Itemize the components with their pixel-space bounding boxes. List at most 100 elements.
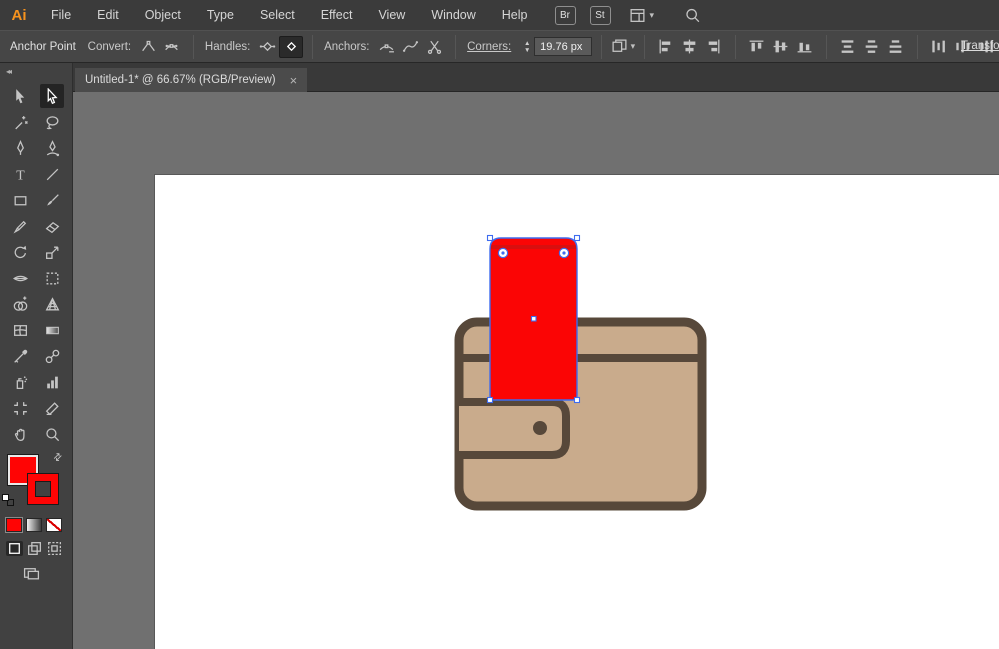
document-tab[interactable]: Untitled-1* @ 66.67% (RGB/Preview) × <box>75 68 307 92</box>
transform-panel-link[interactable]: Transform <box>961 40 999 52</box>
align-button-group <box>654 35 999 59</box>
draw-inside-button[interactable] <box>46 541 63 556</box>
tool-grid: T <box>0 84 72 446</box>
bridge-button[interactable]: Br <box>555 6 576 25</box>
divider <box>455 35 456 59</box>
menu-item-edit[interactable]: Edit <box>84 0 132 30</box>
draw-normal-button[interactable] <box>6 541 23 556</box>
menu-item-type[interactable]: Type <box>194 0 247 30</box>
symbol-sprayer-tool[interactable] <box>8 370 32 394</box>
pen-tool[interactable] <box>8 136 32 160</box>
eraser-tool[interactable] <box>40 214 64 238</box>
paintbrush-tool[interactable] <box>40 188 64 212</box>
chevron-down-icon: ▾ <box>631 41 636 52</box>
screen-mode-button[interactable] <box>16 564 46 582</box>
panel-title: Anchor Point <box>0 41 86 53</box>
menu-item-view[interactable]: View <box>365 0 418 30</box>
distribute-top-button[interactable] <box>836 36 860 58</box>
divider <box>193 35 194 59</box>
menu-item-effect[interactable]: Effect <box>308 0 366 30</box>
zoom-tool[interactable] <box>40 422 64 446</box>
workspace-switcher[interactable]: ▾ <box>629 7 655 24</box>
rectangle-tool[interactable] <box>8 188 32 212</box>
line-segment-tool[interactable] <box>40 162 64 186</box>
divider <box>312 35 313 59</box>
show-handles-button[interactable] <box>255 36 279 58</box>
menu-item-select[interactable]: Select <box>247 0 308 30</box>
isolate-icon <box>611 38 628 55</box>
divider <box>826 35 827 59</box>
distribute-bottom-button[interactable] <box>884 36 908 58</box>
eyedropper-tool[interactable] <box>8 344 32 368</box>
curvature-tool[interactable] <box>40 136 64 160</box>
search-icon[interactable] <box>684 7 701 24</box>
anchors-label: Anchors: <box>324 41 369 53</box>
svg-text:T: T <box>16 167 25 182</box>
align-top-button[interactable] <box>745 36 769 58</box>
corners-stepper[interactable]: ▲▼ <box>521 37 533 56</box>
control-bar: Anchor Point Convert: Handles: Anchors: … <box>0 30 999 63</box>
menu-item-help[interactable]: Help <box>489 0 541 30</box>
divider <box>644 35 645 59</box>
connect-anchors-button[interactable] <box>398 36 422 58</box>
menu-item-window[interactable]: Window <box>418 0 488 30</box>
chevron-down-icon: ▾ <box>650 10 655 21</box>
slice-tool[interactable] <box>40 396 64 420</box>
lasso-tool[interactable] <box>40 110 64 134</box>
corners-input[interactable]: 19.76 px <box>534 37 592 56</box>
convert-to-smooth-button[interactable] <box>160 36 184 58</box>
align-right-button[interactable] <box>702 36 726 58</box>
close-icon[interactable]: × <box>290 74 298 87</box>
align-center-button[interactable] <box>678 36 702 58</box>
column-graph-tool[interactable] <box>40 370 64 394</box>
type-tool[interactable]: T <box>8 162 32 186</box>
hand-tool[interactable] <box>8 422 32 446</box>
align-middle-button[interactable] <box>769 36 793 58</box>
distribute-left-button[interactable] <box>927 36 951 58</box>
menu-item-file[interactable]: File <box>38 0 84 30</box>
stroke-color-swatch[interactable] <box>28 474 58 504</box>
rotate-tool[interactable] <box>8 240 32 264</box>
free-transform-tool[interactable] <box>40 266 64 290</box>
perspective-grid-tool[interactable] <box>40 292 64 316</box>
none-button[interactable] <box>46 518 62 532</box>
divider <box>917 35 918 59</box>
artboard[interactable] <box>155 175 999 649</box>
remove-anchors-button[interactable] <box>374 36 398 58</box>
convert-to-corner-button[interactable] <box>136 36 160 58</box>
corners-label[interactable]: Corners: <box>467 41 511 53</box>
artboard-tool[interactable] <box>8 396 32 420</box>
distribute-vcenter-button[interactable] <box>860 36 884 58</box>
gradient-tool[interactable] <box>40 318 64 342</box>
tools-panel: ◂◂ T ⇄ <box>0 63 73 649</box>
menu-item-object[interactable]: Object <box>132 0 194 30</box>
divider <box>601 35 602 59</box>
document-tab-bar: Untitled-1* @ 66.67% (RGB/Preview) × <box>73 63 999 92</box>
stepper-down-icon[interactable]: ▼ <box>521 47 533 54</box>
color-button[interactable] <box>6 518 22 532</box>
selection-tool[interactable] <box>8 84 32 108</box>
default-fill-stroke-icon[interactable] <box>2 494 16 508</box>
canvas-pasteboard[interactable] <box>73 92 999 649</box>
pencil-tool[interactable] <box>8 214 32 238</box>
collapse-panel-icon[interactable]: ◂◂ <box>0 63 72 76</box>
magic-wand-tool[interactable] <box>8 110 32 134</box>
mesh-tool[interactable] <box>8 318 32 342</box>
width-tool[interactable] <box>8 266 32 290</box>
align-bottom-button[interactable] <box>793 36 817 58</box>
stepper-up-icon[interactable]: ▲ <box>521 40 533 47</box>
hide-handles-button[interactable] <box>279 36 303 58</box>
stock-button[interactable]: St <box>590 6 611 25</box>
draw-behind-button[interactable] <box>26 541 43 556</box>
divider <box>735 35 736 59</box>
direct-selection-tool[interactable] <box>40 84 64 108</box>
swap-fill-stroke-icon[interactable]: ⇄ <box>51 451 65 465</box>
isolate-selection-dropdown[interactable]: ▾ <box>611 36 635 58</box>
blend-tool[interactable] <box>40 344 64 368</box>
cut-path-button[interactable] <box>422 36 446 58</box>
fill-stroke-widget: ⇄ <box>0 452 72 514</box>
scale-tool[interactable] <box>40 240 64 264</box>
gradient-button[interactable] <box>26 518 42 532</box>
shape-builder-tool[interactable] <box>8 292 32 316</box>
align-left-button[interactable] <box>654 36 678 58</box>
